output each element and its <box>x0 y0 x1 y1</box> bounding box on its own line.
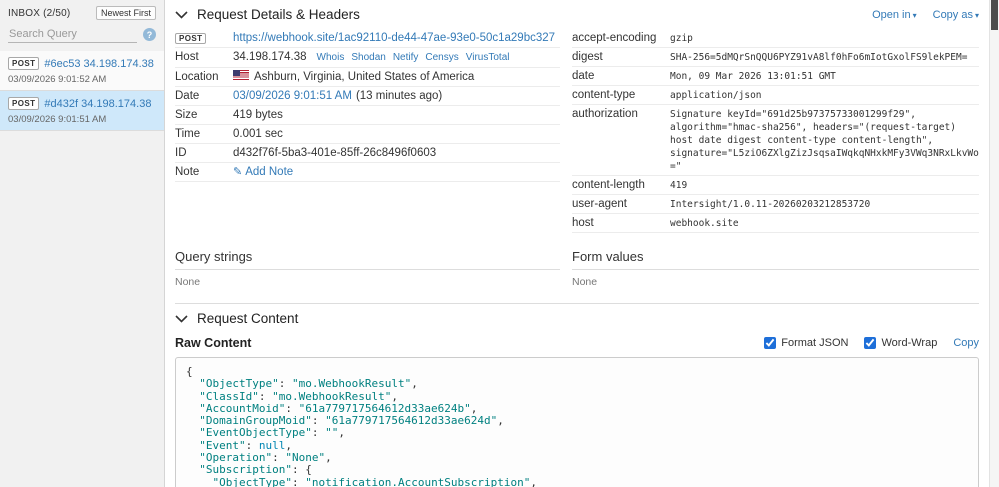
query-strings-section: Query strings None <box>175 249 560 288</box>
header-key: host <box>572 217 594 229</box>
format-json-label: Format JSON <box>781 337 849 349</box>
date-link[interactable]: 03/09/2026 9:01:51 AM <box>233 90 352 102</box>
scrollbar-thumb[interactable] <box>991 0 998 30</box>
size-value: 419 bytes <box>233 109 283 121</box>
header-row: content-type application/json <box>572 86 979 105</box>
id-value: d432f76f-5ba3-401e-85ff-26c8496f0603 <box>233 147 437 159</box>
location-value: Ashburn, Virginia, United States of Amer… <box>254 71 475 83</box>
us-flag-icon <box>233 70 249 81</box>
header-key: user-agent <box>572 198 627 210</box>
caret-down-icon: ▾ <box>912 10 917 20</box>
details-section-header: Request Details & Headers Open in ▾ Copy … <box>175 0 979 29</box>
header-key: authorization <box>572 108 638 120</box>
raw-content-controls: Raw Content Format JSON Word-Wrap Copy <box>175 336 979 350</box>
form-values-title: Form values <box>572 249 979 270</box>
request-list-item[interactable]: POST #d432f 34.198.174.38 03/09/2026 9:0… <box>0 91 164 131</box>
header-row: authorization Signature keyId="691d25b97… <box>572 105 979 176</box>
header-key: accept-encoding <box>572 32 657 44</box>
header-value: SHA-256=5dMQrSnQQU6PYZ91vA8lf0hFo6mIotGx… <box>670 52 968 63</box>
form-values-section: Form values None <box>572 249 979 288</box>
request-item-time: 03/09/2026 9:01:51 AM <box>8 114 107 125</box>
chevron-down-icon[interactable] <box>175 314 188 323</box>
header-row: digest SHA-256=5dMQrSnQQU6PYZ91vA8lf0hFo… <box>572 48 979 67</box>
sidebar-header: INBOX (2/50) Newest First ? <box>0 0 164 51</box>
host-label: Host <box>175 51 199 63</box>
header-row: date Mon, 09 Mar 2026 13:01:51 GMT <box>572 67 979 86</box>
raw-content-label: Raw Content <box>175 336 252 350</box>
format-json-toggle[interactable]: Format JSON <box>764 337 848 349</box>
request-item-time: 03/09/2026 9:01:52 AM <box>8 74 107 85</box>
query-strings-empty: None <box>175 276 201 288</box>
header-value: Intersight/1.0.11-20260203212853720 <box>670 199 871 210</box>
caret-down-icon: ▾ <box>974 10 979 20</box>
help-icon[interactable]: ? <box>143 28 156 41</box>
sort-order-button[interactable]: Newest First <box>95 6 156 20</box>
host-link[interactable]: Whois <box>317 52 345 63</box>
sidebar: INBOX (2/50) Newest First ? POST #6ec53 … <box>0 0 165 487</box>
header-row: accept-encoding gzip <box>572 29 979 48</box>
header-key: date <box>572 70 595 82</box>
inbox-label: INBOX (2/50) <box>8 7 71 19</box>
form-values-empty: None <box>572 276 598 288</box>
time-label: Time <box>175 128 201 140</box>
size-label: Size <box>175 109 198 121</box>
host-link[interactable]: VirusTotal <box>466 52 510 63</box>
request-list-item[interactable]: POST #6ec53 34.198.174.38 03/09/2026 9:0… <box>0 51 164 91</box>
add-note-button[interactable]: ✎ Add Note <box>233 166 293 178</box>
host-value: 34.198.174.38 <box>233 51 307 63</box>
query-strings-title: Query strings <box>175 249 560 270</box>
request-method-badge: POST <box>8 97 40 110</box>
request-headers-table: accept-encoding gzip digest SHA-256=5dMQ… <box>572 29 979 233</box>
date-relative: (13 minutes ago) <box>355 90 443 102</box>
location-label: Location <box>175 71 219 83</box>
request-item-link[interactable]: #d432f 34.198.174.38 <box>44 98 151 110</box>
time-value: 0.001 sec <box>233 128 283 140</box>
host-link[interactable]: Censys <box>425 52 458 63</box>
header-value: 419 <box>670 180 688 191</box>
header-row: content-length 419 <box>572 176 979 195</box>
content-section-header: Request Content <box>175 304 979 333</box>
request-item-link[interactable]: #6ec53 34.198.174.38 <box>44 58 154 70</box>
scrollbar[interactable] <box>989 0 999 487</box>
host-link[interactable]: Shodan <box>351 52 385 63</box>
content-section-title: Request Content <box>197 311 299 326</box>
request-url-link[interactable]: https://webhook.site/1ac92110-de44-47ae-… <box>233 32 555 44</box>
search-input[interactable] <box>8 26 137 43</box>
header-value: Mon, 09 Mar 2026 13:01:51 GMT <box>670 71 836 82</box>
date-label: Date <box>175 90 200 102</box>
header-key: content-type <box>572 89 636 101</box>
host-link[interactable]: Netify <box>393 52 419 63</box>
raw-json-code: { "ObjectType": "mo.WebhookResult", "Cla… <box>175 357 979 487</box>
copy-button[interactable]: Copy <box>953 337 979 349</box>
id-label: ID <box>175 147 187 159</box>
format-json-checkbox[interactable] <box>764 337 777 349</box>
header-key: content-length <box>572 179 645 191</box>
note-label: Note <box>175 166 200 178</box>
header-key: digest <box>572 51 603 63</box>
header-value: gzip <box>670 33 693 44</box>
pencil-icon: ✎ <box>233 166 243 178</box>
chevron-down-icon[interactable] <box>175 10 188 19</box>
header-row: host webhook.site <box>572 214 979 233</box>
header-value: Signature keyId="691d25b97375733001299f2… <box>670 109 979 172</box>
header-row: user-agent Intersight/1.0.11-20260203212… <box>572 195 979 214</box>
header-value: webhook.site <box>670 218 739 229</box>
header-value: application/json <box>670 90 762 101</box>
open-in-button[interactable]: Open in ▾ <box>872 9 917 21</box>
word-wrap-label: Word-Wrap <box>881 337 938 349</box>
request-list: POST #6ec53 34.198.174.38 03/09/2026 9:0… <box>0 51 164 131</box>
request-method-badge: POST <box>8 57 40 70</box>
request-details-table: POST https://webhook.site/1ac92110-de44-… <box>175 29 560 233</box>
word-wrap-checkbox[interactable] <box>864 337 877 349</box>
main-panel: Request Details & Headers Open in ▾ Copy … <box>165 0 989 487</box>
request-method-badge: POST <box>175 33 207 44</box>
details-section-title: Request Details & Headers <box>197 7 360 22</box>
host-links: Whois Shodan Netify Censys VirusTotal <box>317 51 517 63</box>
word-wrap-toggle[interactable]: Word-Wrap <box>864 337 937 349</box>
copy-as-button[interactable]: Copy as ▾ <box>933 9 979 21</box>
